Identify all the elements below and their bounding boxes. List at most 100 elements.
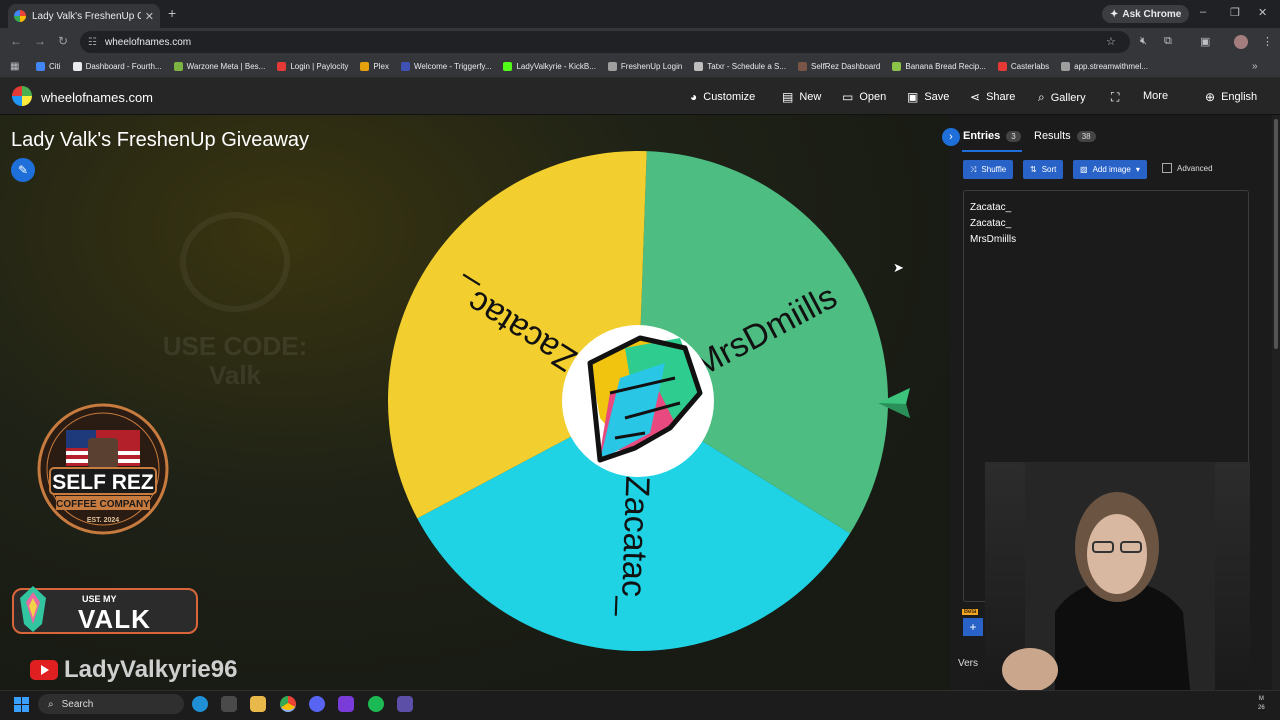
watermark-code-label: USE CODE: xyxy=(162,331,308,361)
bookmark-item[interactable]: Plex xyxy=(360,62,389,71)
reload-icon[interactable]: ↻ xyxy=(58,34,68,48)
bookmark-favicon-icon xyxy=(1061,62,1071,71)
bookmark-item[interactable]: Tatxr - Schedule a S... xyxy=(694,62,786,71)
taskbar-search[interactable]: ⌕ Search xyxy=(38,694,184,714)
bookmark-item[interactable]: Casterlabs xyxy=(997,62,1050,71)
side-panel-icon[interactable]: ▣ xyxy=(1200,35,1210,48)
spotify-icon[interactable] xyxy=(368,696,384,712)
search-icon: ⌕ xyxy=(48,698,54,710)
language-button[interactable]: ⊕ English xyxy=(1205,90,1257,104)
new-tab-icon[interactable]: + xyxy=(168,5,176,21)
bookmarks-overflow-icon[interactable]: » xyxy=(1252,61,1258,72)
scrollbar-thumb[interactable] xyxy=(1274,119,1278,349)
bookmark-item[interactable]: SelfRez Dashboard xyxy=(798,62,880,71)
file-explorer-icon[interactable] xyxy=(250,696,266,712)
bookmark-favicon-icon xyxy=(997,62,1007,71)
bookmark-item[interactable]: Warzone Meta | Bes... xyxy=(173,62,265,71)
chrome-icon[interactable] xyxy=(280,696,296,712)
image-icon: ▨ xyxy=(1080,165,1088,174)
watermark-code-name: Valk xyxy=(208,359,262,390)
bookmark-star-icon[interactable]: ☆ xyxy=(1106,35,1116,48)
bookmark-item[interactable]: Dashboard - Fourth... xyxy=(72,62,162,71)
window-close-icon[interactable]: ✕ xyxy=(1258,6,1267,19)
restore-icon[interactable]: ❐ xyxy=(1230,6,1240,19)
coffee-brand-text: SELF REZ xyxy=(52,471,154,494)
tab-close-icon[interactable]: ✕ xyxy=(145,10,154,23)
extensions-icon[interactable]: ⧉ xyxy=(1164,35,1172,48)
bookmark-item[interactable]: Welcome - Triggerfy... xyxy=(400,62,492,71)
share-icon: ⋖ xyxy=(970,90,981,104)
badge-code: VALK xyxy=(78,604,151,634)
tray-bottom: 26 xyxy=(1258,705,1265,711)
bookmark-favicon-icon xyxy=(694,62,704,71)
spin-wheel[interactable]: MrsDmiillsZacatac_Zacatac_ xyxy=(385,148,891,654)
results-count-badge: 38 xyxy=(1076,130,1096,142)
sort-icon: ⇅ xyxy=(1030,165,1037,174)
browser-tab[interactable]: Lady Valk's FreshenUp Giveaw ✕ xyxy=(8,4,160,28)
apps-grid-icon[interactable]: ▦ xyxy=(10,61,19,72)
minimize-icon[interactable]: – xyxy=(1200,6,1206,18)
edit-title-button[interactable]: ✎ xyxy=(11,158,35,182)
bookmark-label: LadyValkyrie - KickB... xyxy=(516,62,596,71)
back-icon[interactable]: ← xyxy=(10,34,22,48)
system-tray-clock[interactable]: M 26 xyxy=(1258,695,1265,713)
collapse-sidebar-button[interactable]: › xyxy=(942,128,960,146)
bookmark-item[interactable]: Banana Bread Recip... xyxy=(892,62,986,71)
bookmark-label: Welcome - Triggerfy... xyxy=(413,62,492,71)
site-logo-icon[interactable] xyxy=(12,86,32,106)
tab-entries[interactable]: Entries 3 xyxy=(963,130,1021,142)
open-button[interactable]: ▭ Open xyxy=(842,90,886,104)
add-entry-button[interactable]: + xyxy=(963,618,983,636)
coffee-sub-text: COFFEE COMPANY xyxy=(56,499,150,510)
customize-button[interactable]: ◕ Customize xyxy=(690,90,755,104)
edge-icon[interactable] xyxy=(192,696,208,712)
shuffle-button[interactable]: ⤨ Shuffle xyxy=(963,160,1014,179)
share-button[interactable]: ⋖ Share xyxy=(970,90,1015,104)
fullscreen-button[interactable]: ⛶ xyxy=(1111,90,1119,105)
new-button[interactable]: ▤ New xyxy=(782,90,821,104)
wheel-center[interactable] xyxy=(562,325,714,477)
coffee-est-text: EST. 2024 xyxy=(87,517,119,524)
bookmark-favicon-icon xyxy=(798,62,807,71)
address-bar[interactable]: ☷ wheelofnames.com xyxy=(80,31,1130,53)
windows-start-icon[interactable] xyxy=(14,697,29,712)
page-scrollbar[interactable] xyxy=(1272,115,1280,690)
add-image-button[interactable]: ▨ Add image ▾ xyxy=(1073,160,1147,179)
bookmark-label: Casterlabs xyxy=(1010,62,1050,71)
bookmark-item[interactable]: FreshenUp Login xyxy=(607,62,682,71)
bookmark-favicon-icon xyxy=(503,62,513,71)
sort-button[interactable]: ⇅ Sort xyxy=(1023,160,1064,179)
active-tab-indicator xyxy=(962,150,1022,152)
tab-results-label: Results xyxy=(1034,130,1071,142)
site-info-icon[interactable]: ☷ xyxy=(88,37,97,48)
profile-avatar[interactable] xyxy=(1234,35,1248,49)
save-label: Save xyxy=(924,91,950,103)
bookmark-item[interactable]: LadyValkyrie - KickB... xyxy=(503,62,596,71)
gallery-button[interactable]: ⌕ Gallery xyxy=(1038,90,1086,105)
browser-menu-icon[interactable]: ⋮ xyxy=(1262,35,1273,48)
search-icon: ⌕ xyxy=(1038,90,1045,104)
store-icon[interactable] xyxy=(221,696,237,712)
stream-app-icon[interactable] xyxy=(397,696,413,712)
forward-icon[interactable]: → xyxy=(34,34,46,48)
bookmark-item[interactable]: Citi xyxy=(36,62,61,71)
wheel-title: Lady Valk's FreshenUp Giveaway xyxy=(11,129,310,151)
bookmark-item[interactable]: app.streamwithmel... xyxy=(1061,62,1148,71)
self-rez-coffee-logo: SELF REZ COFFEE COMPANY EST. 2024 xyxy=(37,403,169,535)
advanced-toggle[interactable]: Advanced xyxy=(1162,163,1213,173)
shuffle-label: Shuffle xyxy=(981,165,1007,174)
streamer-silhouette xyxy=(1002,462,1215,690)
ask-chrome-button[interactable]: ✦ Ask Chrome xyxy=(1102,5,1190,23)
discord-icon[interactable] xyxy=(309,696,325,712)
save-button[interactable]: ▣ Save xyxy=(907,90,949,104)
bookmark-item[interactable]: Login | Paylocity xyxy=(277,62,348,71)
mute-tab-icon[interactable]: 🔇︎ xyxy=(1140,35,1147,48)
site-name[interactable]: wheelofnames.com xyxy=(41,90,153,105)
watermark-logo xyxy=(180,212,290,312)
bookmarks-bar: ▦ Citi Dashboard - Fourth... Warzone Met… xyxy=(0,56,1280,78)
advanced-checkbox[interactable] xyxy=(1162,163,1172,173)
more-button[interactable]: More xyxy=(1143,90,1168,102)
tab-results[interactable]: Results 38 xyxy=(1034,130,1096,142)
tab-favicon-icon xyxy=(14,10,26,22)
app-grid-icon[interactable] xyxy=(338,696,354,712)
